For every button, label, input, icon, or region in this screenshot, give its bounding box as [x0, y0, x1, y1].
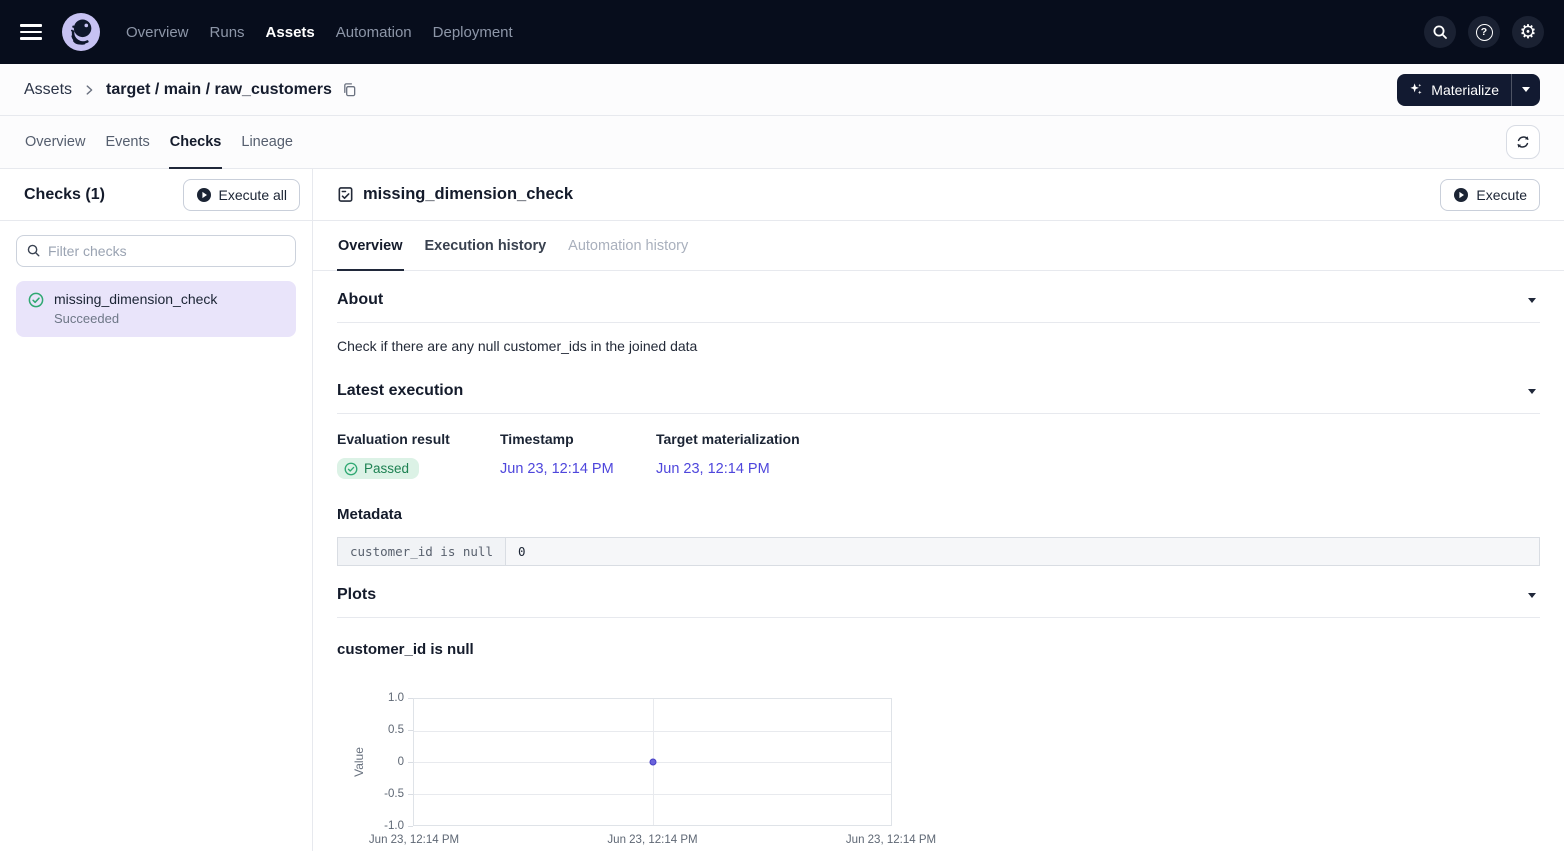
y-axis-ticks: 1.0 0.5 0 -0.5 -1.0	[369, 698, 413, 826]
sparkle-icon	[1409, 82, 1424, 97]
y-tick: -1.0	[384, 820, 404, 832]
search-icon	[1432, 24, 1448, 40]
play-circle-icon	[196, 187, 212, 203]
collapse-caret-icon[interactable]	[1528, 389, 1536, 394]
about-section-header: About	[337, 271, 1540, 323]
column-target-materialization: Target materialization	[656, 431, 1540, 447]
materialize-dropdown-button[interactable]	[1512, 74, 1540, 106]
tab-events[interactable]: Events	[104, 116, 150, 168]
refresh-button[interactable]	[1506, 125, 1540, 159]
search-icon	[26, 243, 41, 258]
refresh-icon	[1515, 134, 1531, 150]
detail-tab-execution-history[interactable]: Execution history	[424, 221, 548, 270]
data-point[interactable]	[649, 759, 656, 766]
metadata-value: 0	[506, 538, 1539, 565]
nav-deployment[interactable]: Deployment	[433, 24, 513, 41]
x-tick: Jun 23, 12:14 PM	[369, 834, 459, 846]
dagster-logo-icon[interactable]	[62, 13, 100, 51]
plots-section-header: Plots	[337, 566, 1540, 618]
checks-sidebar: Checks (1) Execute all	[0, 169, 313, 851]
nav-automation[interactable]: Automation	[336, 24, 412, 41]
materialize-split-button: Materialize	[1397, 74, 1540, 106]
materialize-label: Materialize	[1431, 82, 1499, 98]
y-tick: -0.5	[384, 788, 404, 800]
y-tick: 1.0	[388, 692, 404, 704]
y-tick: 0.5	[388, 724, 404, 736]
metadata-key: customer_id is null	[338, 538, 506, 565]
check-circle-icon	[344, 462, 358, 476]
passed-status-badge: Passed	[337, 458, 419, 479]
copy-icon[interactable]	[342, 82, 357, 97]
check-item-name: missing_dimension_check	[54, 290, 217, 309]
play-circle-icon	[1453, 187, 1469, 203]
detail-tab-overview[interactable]: Overview	[337, 221, 404, 270]
latest-execution-table: Evaluation result Timestamp Target mater…	[337, 431, 1540, 479]
checks-panel-title: Checks (1)	[24, 186, 105, 204]
nav-runs[interactable]: Runs	[210, 24, 245, 41]
collapse-caret-icon[interactable]	[1528, 298, 1536, 303]
materialize-button[interactable]: Materialize	[1397, 74, 1511, 106]
nav-assets[interactable]: Assets	[266, 24, 315, 41]
tab-checks[interactable]: Checks	[169, 116, 223, 168]
target-materialization-link[interactable]: Jun 23, 12:14 PM	[656, 461, 1540, 477]
collapse-caret-icon[interactable]	[1528, 593, 1536, 598]
asset-tabs-bar: Overview Events Checks Lineage	[0, 116, 1564, 169]
breadcrumb-bar: Assets target / main / raw_customers Mat…	[0, 64, 1564, 116]
check-detail-panel: missing_dimension_check Execute Overview…	[313, 169, 1564, 851]
help-button[interactable]: ?	[1468, 16, 1500, 48]
plot-area: Jun 23, 12:14 PM Jun 23, 12:14 PM Jun 23…	[413, 698, 892, 826]
help-icon: ?	[1476, 24, 1493, 41]
nav-overview[interactable]: Overview	[126, 24, 189, 41]
filter-checks-input[interactable]	[16, 235, 296, 267]
settings-button[interactable]: ⚙	[1512, 16, 1544, 48]
detail-tabs-bar: Overview Execution history Automation hi…	[313, 221, 1564, 271]
tab-lineage[interactable]: Lineage	[240, 116, 294, 168]
metadata-heading: Metadata	[337, 506, 1540, 523]
y-axis-label: Value	[352, 747, 366, 777]
gear-icon: ⚙	[1519, 23, 1536, 42]
chevron-right-icon	[82, 83, 96, 97]
breadcrumb-asset-path: target / main / raw_customers	[106, 81, 332, 99]
column-evaluation-result: Evaluation result	[337, 431, 500, 447]
about-heading: About	[337, 291, 383, 309]
asset-check-icon	[337, 186, 354, 203]
plot-title: customer_id is null	[337, 641, 1540, 658]
y-tick: 0	[398, 756, 404, 768]
primary-nav: Overview Runs Assets Automation Deployme…	[126, 24, 513, 41]
check-list-item[interactable]: missing_dimension_check Succeeded	[16, 281, 296, 337]
check-circle-icon	[28, 292, 44, 328]
about-description: Check if there are any null customer_ids…	[337, 338, 1540, 354]
navbar-icon-buttons: ? ⚙	[1424, 16, 1544, 48]
detail-tab-automation-history[interactable]: Automation history	[567, 221, 689, 270]
column-timestamp: Timestamp	[500, 431, 656, 447]
execute-button[interactable]: Execute	[1440, 179, 1540, 211]
metadata-table: customer_id is null 0	[337, 537, 1540, 566]
hamburger-menu-icon[interactable]	[20, 18, 48, 46]
tab-overview[interactable]: Overview	[24, 116, 86, 168]
latest-execution-heading: Latest execution	[337, 382, 463, 400]
breadcrumb-assets-link[interactable]: Assets	[24, 81, 72, 99]
x-tick: Jun 23, 12:14 PM	[607, 834, 697, 846]
latest-execution-section-header: Latest execution	[337, 362, 1540, 414]
chevron-down-icon	[1522, 87, 1530, 92]
value-scatter-chart: Value 1.0 0.5 0 -0.5 -1.0	[349, 698, 1540, 826]
x-tick: Jun 23, 12:14 PM	[846, 834, 936, 846]
search-button[interactable]	[1424, 16, 1456, 48]
top-navbar: Overview Runs Assets Automation Deployme…	[0, 0, 1564, 64]
check-item-status: Succeeded	[54, 310, 217, 328]
execute-all-button[interactable]: Execute all	[183, 179, 300, 211]
timestamp-link[interactable]: Jun 23, 12:14 PM	[500, 461, 656, 477]
plots-heading: Plots	[337, 586, 376, 604]
check-detail-title: missing_dimension_check	[363, 185, 573, 204]
